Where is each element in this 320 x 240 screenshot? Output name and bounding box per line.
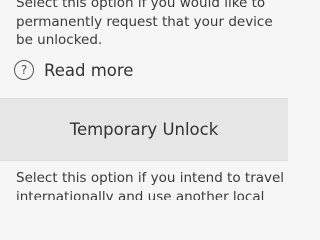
unlock-options-screen: Select this option if you would like to … bbox=[0, 0, 288, 200]
permanent-description-line-1: Select this option if you would like to bbox=[16, 0, 266, 11]
permanent-description-line-3: be unlocked. bbox=[16, 32, 103, 48]
temporary-unlock-description: Select this option if you intend to trav… bbox=[16, 169, 284, 201]
read-more-label: Read more bbox=[44, 60, 134, 80]
read-more-link[interactable]: ? Read more bbox=[14, 57, 133, 83]
temporary-description-line-1: Select this option if you intend to trav… bbox=[16, 170, 285, 186]
question-circle-icon: ? bbox=[14, 60, 34, 80]
permanent-unlock-description: Select this option if you would like to … bbox=[16, 0, 278, 50]
permanent-description-line-2: permanently request that your device bbox=[16, 13, 273, 30]
temporary-unlock-label: Temporary Unlock bbox=[69, 120, 219, 139]
temporary-unlock-button[interactable]: Temporary Unlock bbox=[0, 98, 288, 161]
temporary-description-line-2: internationally and use another local bbox=[16, 188, 265, 201]
permanent-unlock-section: Select this option if you would like to … bbox=[0, 0, 288, 98]
